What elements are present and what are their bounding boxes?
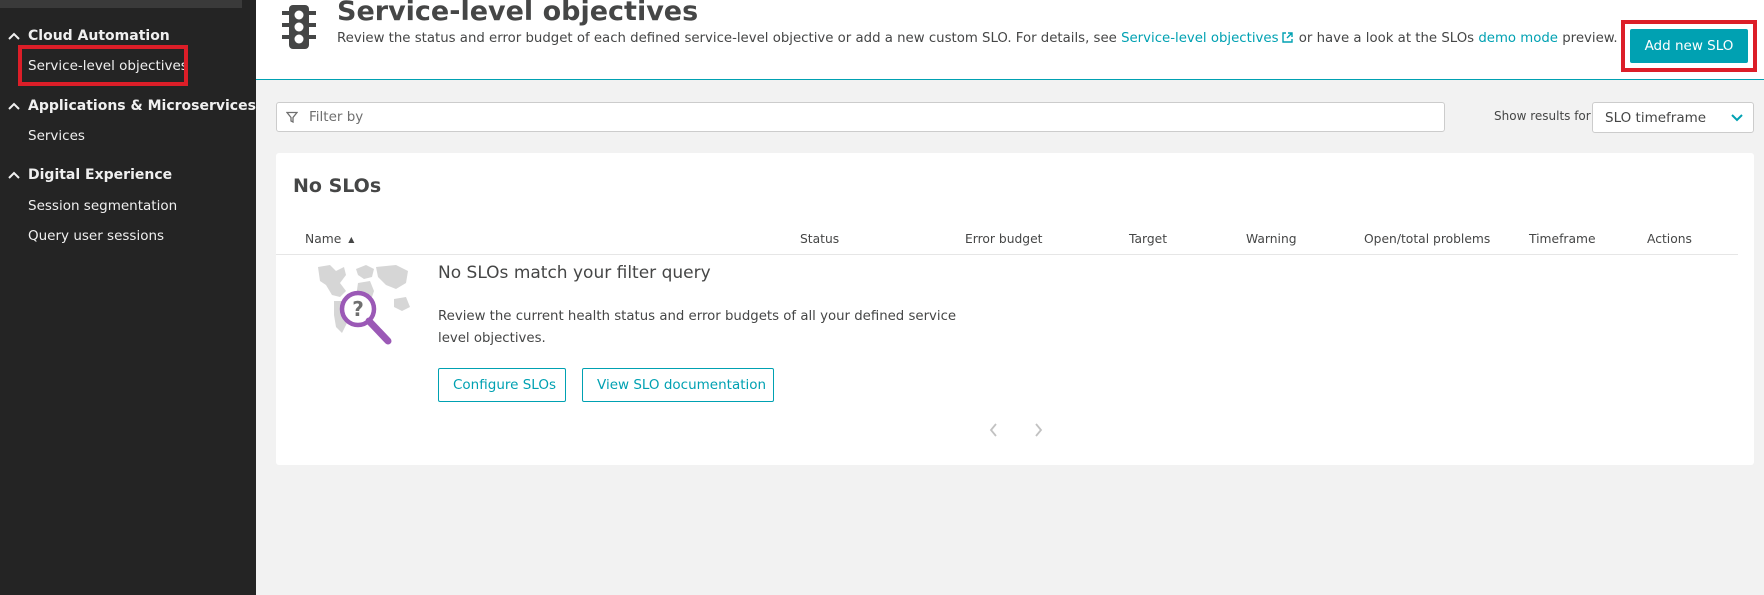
column-header-error-budget: Error budget	[965, 232, 1043, 246]
sidebar-item-services[interactable]: Services	[28, 125, 85, 147]
show-results-label: Show results for	[1494, 109, 1591, 123]
sidebar-item-query-user-sessions[interactable]: Query user sessions	[28, 225, 164, 247]
empty-state-description: Review the current health status and err…	[438, 309, 957, 346]
sidebar-item-service-level-objectives[interactable]: Service-level objectives	[28, 55, 188, 77]
column-header-actions: Actions	[1647, 232, 1692, 246]
nav-group-cloud-automation[interactable]: Cloud Automation	[0, 25, 170, 47]
configure-slos-button[interactable]: Configure SLOs	[438, 368, 566, 402]
add-new-slo-button[interactable]: Add new SLO	[1630, 29, 1748, 63]
filter-input[interactable]	[307, 108, 1444, 126]
page-title: Service-level objectives	[337, 0, 699, 27]
chevron-up-icon	[0, 171, 28, 179]
page-description: Review the status and error budget of ea…	[337, 31, 1618, 47]
chevron-up-icon	[0, 32, 28, 40]
nav-group-digital-experience[interactable]: Digital Experience	[0, 164, 172, 186]
nav-group-label: Applications & Microservices	[28, 98, 256, 114]
card-title: No SLOs	[293, 175, 382, 197]
table-header: Name ▲ Status Error budget Target Warnin…	[276, 224, 1738, 255]
column-header-name[interactable]: Name ▲	[305, 224, 354, 254]
sort-ascending-icon: ▲	[348, 235, 355, 244]
chevron-down-icon	[1731, 110, 1743, 126]
demo-mode-link[interactable]: demo mode	[1478, 31, 1558, 46]
column-header-warning: Warning	[1246, 232, 1297, 246]
nav-group-label: Cloud Automation	[28, 28, 170, 44]
column-header-status: Status	[800, 232, 840, 246]
external-link-icon	[1281, 32, 1293, 47]
traffic-light-icon	[279, 3, 319, 55]
slo-list-card: No SLOs Name ▲ Status Error budget Targe…	[276, 153, 1754, 465]
chevron-right-icon	[1034, 423, 1042, 437]
sidebar-scroll-edge	[0, 0, 242, 8]
empty-state-title: No SLOs match your filter query	[438, 263, 711, 283]
column-header-target: Target	[1129, 232, 1168, 246]
view-slo-documentation-button[interactable]: View SLO documentation	[582, 368, 774, 402]
column-header-open-total-problems: Open/total problems	[1364, 232, 1491, 246]
page-header: Service-level objectives Review the stat…	[256, 0, 1764, 80]
timeframe-value: SLO timeframe	[1605, 109, 1707, 126]
filter-icon	[277, 111, 307, 123]
desc-suffix: preview.	[1562, 31, 1618, 46]
filter-bar[interactable]	[276, 102, 1445, 132]
nav-group-applications-microservices[interactable]: Applications & Microservices	[0, 95, 256, 117]
next-page-button[interactable]	[1028, 420, 1048, 440]
chevron-up-icon	[0, 102, 28, 110]
previous-page-button[interactable]	[983, 420, 1003, 440]
svg-text:?: ?	[352, 297, 364, 321]
desc-prefix: Review the status and error budget of ea…	[337, 31, 1117, 46]
slo-docs-link[interactable]: Service-level objectives	[1121, 31, 1278, 46]
timeframe-select[interactable]: SLO timeframe	[1592, 102, 1754, 133]
column-header-timeframe: Timeframe	[1529, 232, 1596, 246]
chevron-left-icon	[989, 423, 997, 437]
world-map-magnifier-icon: ?	[316, 263, 414, 359]
nav-group-label: Digital Experience	[28, 167, 173, 183]
sidebar: Cloud Automation Service-level objective…	[0, 0, 256, 595]
sidebar-item-session-segmentation[interactable]: Session segmentation	[28, 195, 177, 217]
desc-middle: or have a look at the SLOs	[1298, 31, 1475, 46]
